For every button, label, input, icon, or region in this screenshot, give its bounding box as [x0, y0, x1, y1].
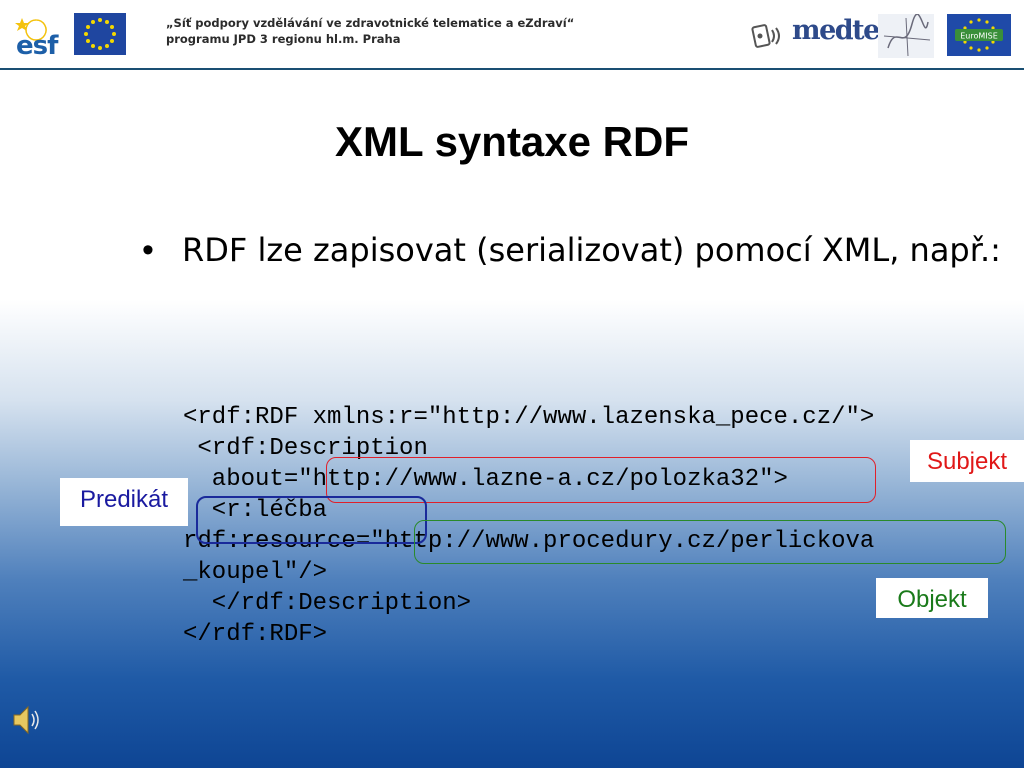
- predikat-label: Predikát: [60, 478, 188, 526]
- bullet-text: RDF lze zapisovat (serializovat) pomocí …: [182, 231, 1001, 269]
- objekt-label: Objekt: [876, 578, 988, 618]
- speaker-icon[interactable]: [10, 702, 44, 738]
- svg-text:esf: esf: [16, 31, 59, 58]
- code-line: </rdf:Description>: [183, 590, 472, 617]
- esf-logo: esf: [14, 12, 126, 58]
- predikat-highlight-box: [196, 496, 427, 544]
- code-line: <rdf:RDF xmlns:r="http://www.lazenska_pe…: [183, 404, 875, 431]
- program-header-text: „Síť podpory vzdělávání ve zdravotnické …: [166, 15, 574, 47]
- code-line: _koupel"/>: [183, 559, 328, 586]
- medtel-logo-text: medtel: [792, 15, 889, 46]
- slide-title: XML syntaxe RDF: [335, 118, 689, 165]
- program-line-2: programu JPD 3 regionu hl.m. Praha: [166, 32, 401, 46]
- program-line-1: „Síť podpory vzdělávání ve zdravotnické …: [166, 16, 575, 30]
- header-bar: esf „Síť podpory vzdělávání ve zdravotni…: [0, 0, 1024, 70]
- code-line: </rdf:RDF>: [183, 621, 328, 648]
- objekt-highlight-box: [414, 520, 1006, 564]
- bullet-marker: •: [142, 231, 154, 269]
- svg-text:EuroMISE: EuroMISE: [960, 32, 998, 41]
- sis-logo: [878, 14, 934, 58]
- subjekt-label: Subjekt: [910, 440, 1024, 482]
- euromise-logo: EuroMISE: [947, 14, 1011, 56]
